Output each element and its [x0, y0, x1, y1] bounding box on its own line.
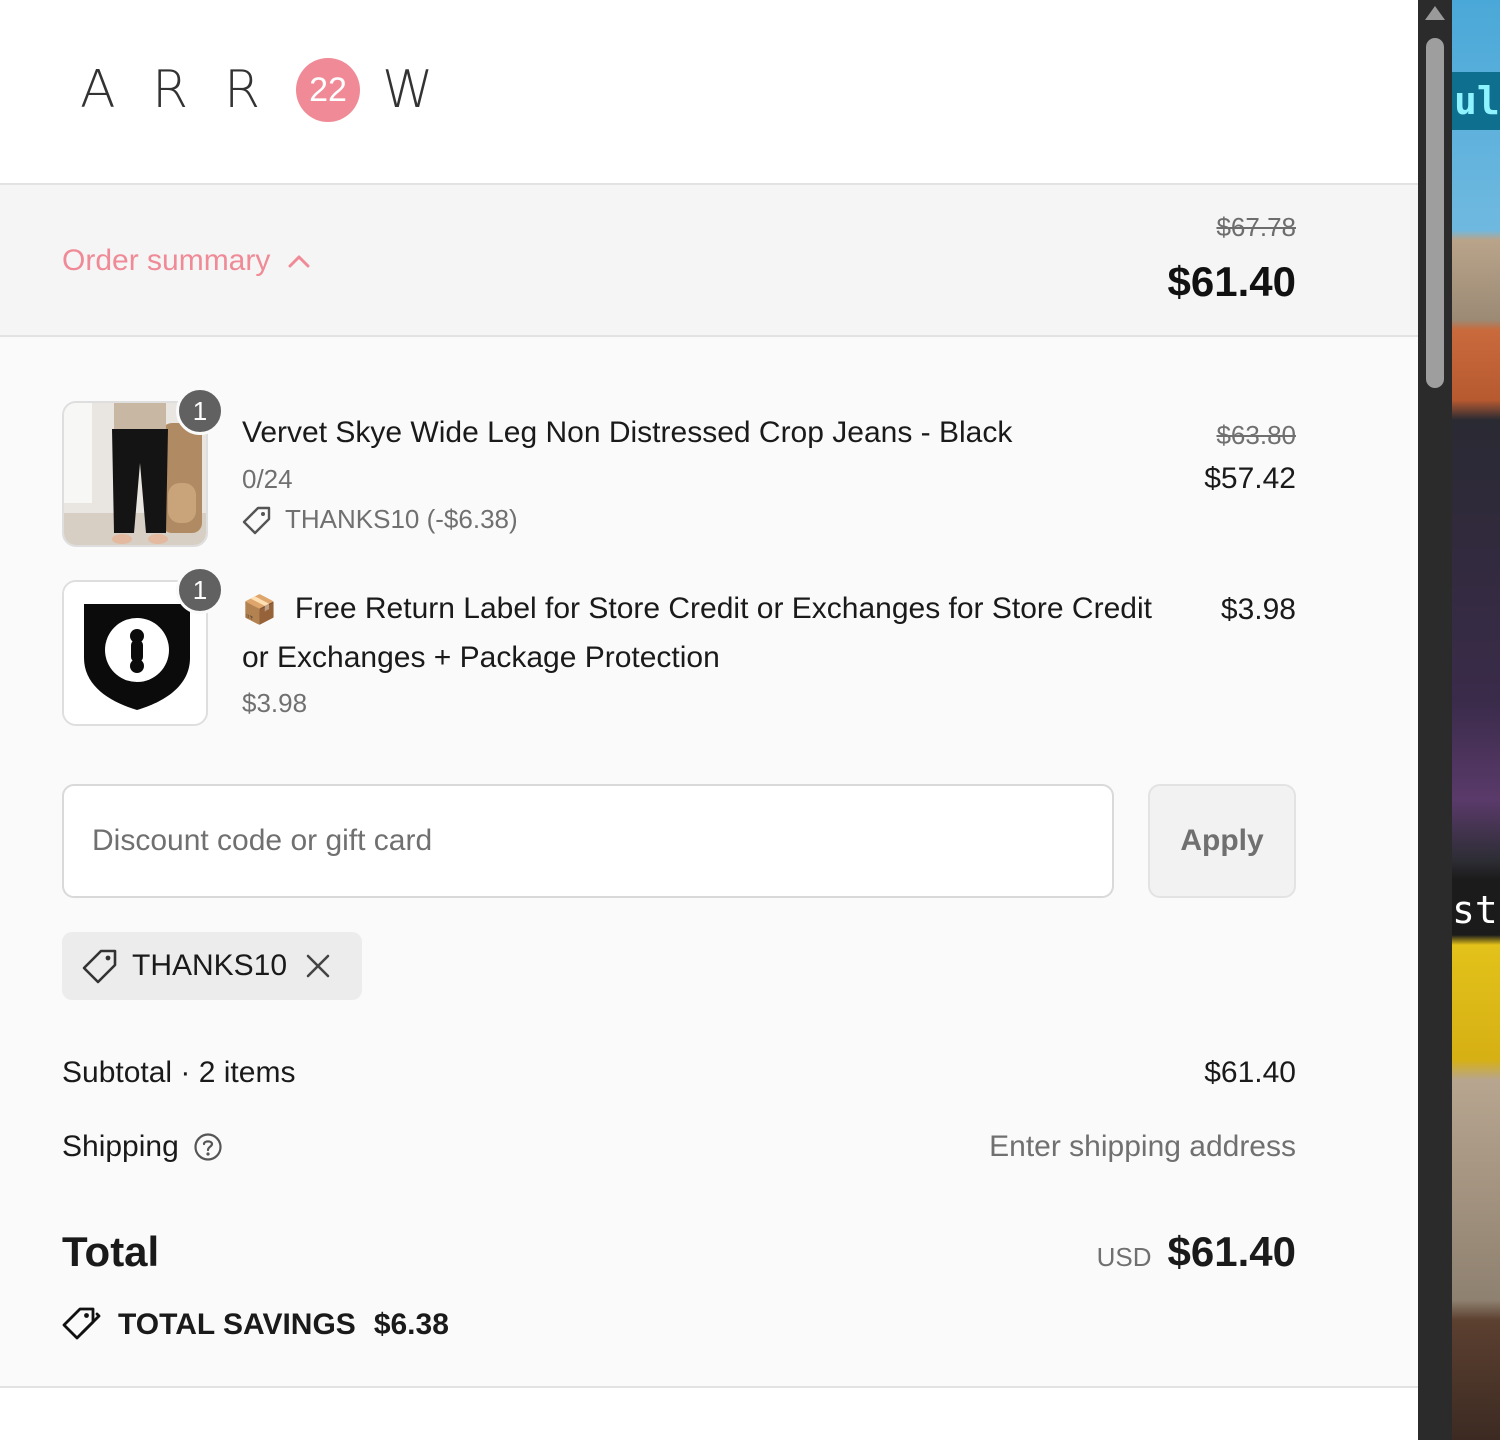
package-icon: 📦: [242, 592, 277, 626]
item-name: Free Return Label for Store Credit or Ex…: [294, 592, 1152, 625]
subtotal-value: $61.40: [1204, 1056, 1296, 1089]
currency-code: USD: [1096, 1242, 1152, 1272]
header: A R R 22 W: [0, 0, 1418, 185]
shipping-value: Enter shipping address: [989, 1130, 1296, 1163]
close-icon: [306, 954, 330, 978]
background-window-text: ulti: [1452, 72, 1500, 130]
item-original-price: $63.80: [1216, 420, 1296, 450]
logo-letter: R: [224, 60, 261, 120]
item-price: $57.42: [1204, 462, 1296, 495]
scrollbar-thumb[interactable]: [1426, 38, 1444, 388]
order-summary-total: $61.40: [1167, 258, 1296, 305]
shipping-label: Shipping: [62, 1130, 179, 1163]
brand-logo[interactable]: A R R 22 W: [80, 58, 454, 122]
quantity-badge: 1: [176, 387, 224, 435]
shipping-row: Shipping: [62, 1130, 223, 1164]
tags-icon: [62, 1307, 101, 1340]
checkout-panel: A R R 22 W Order summary $67.78 $61.40 1…: [0, 0, 1418, 1440]
item-name: Vervet Skye Wide Leg Non Distressed Crop…: [242, 416, 1013, 449]
total-savings-value: $6.38: [373, 1308, 449, 1341]
remove-discount-button[interactable]: [305, 953, 331, 979]
item-name-line-2: or Exchanges + Package Protection: [242, 641, 720, 674]
item-variant: $3.98: [242, 688, 308, 718]
applied-discount-code: THANKS10: [132, 949, 288, 982]
logo-badge: 22: [296, 58, 360, 122]
background-window: ulti sta: [1452, 0, 1500, 1440]
apply-discount-button[interactable]: Apply: [1148, 784, 1296, 898]
total-value: $61.40: [1167, 1228, 1296, 1275]
logo-letter: R: [152, 60, 189, 120]
tag-icon: [82, 949, 117, 984]
item-name-line-1: 📦 Free Return Label for Store Credit or …: [242, 592, 1152, 626]
order-summary-label: Order summary: [62, 244, 271, 277]
order-summary-original-total: $67.78: [1216, 212, 1296, 242]
discount-code-input[interactable]: [62, 784, 1114, 898]
scroll-up-arrow-icon[interactable]: [1425, 6, 1445, 20]
order-summary-toggle[interactable]: Order summary: [62, 244, 310, 278]
total-savings-label: TOTAL SAVINGS: [118, 1308, 356, 1341]
subtotal-label: Subtotal · 2 items: [62, 1056, 296, 1089]
logo-letter: A: [80, 60, 116, 120]
background-window-text: sta: [1452, 888, 1500, 932]
logo-letter: W: [382, 60, 434, 120]
total-value-row: USD $61.40: [1097, 1228, 1296, 1276]
item-discount-label: THANKS10 (-$6.38): [285, 504, 518, 534]
help-circle-icon[interactable]: [193, 1132, 223, 1162]
chevron-up-icon: [288, 255, 310, 268]
tag-icon: [242, 506, 271, 534]
item-price: $3.98: [1220, 593, 1296, 626]
total-savings-row: TOTAL SAVINGS $6.38: [62, 1306, 449, 1344]
scrollbar[interactable]: [1418, 0, 1452, 1440]
item-discount: THANKS10 (-$6.38): [242, 504, 518, 535]
item-variant: 0/24: [242, 464, 293, 494]
applied-discount-chip: THANKS10: [62, 932, 362, 1000]
total-label: Total: [62, 1228, 160, 1275]
quantity-badge: 1: [176, 566, 224, 614]
